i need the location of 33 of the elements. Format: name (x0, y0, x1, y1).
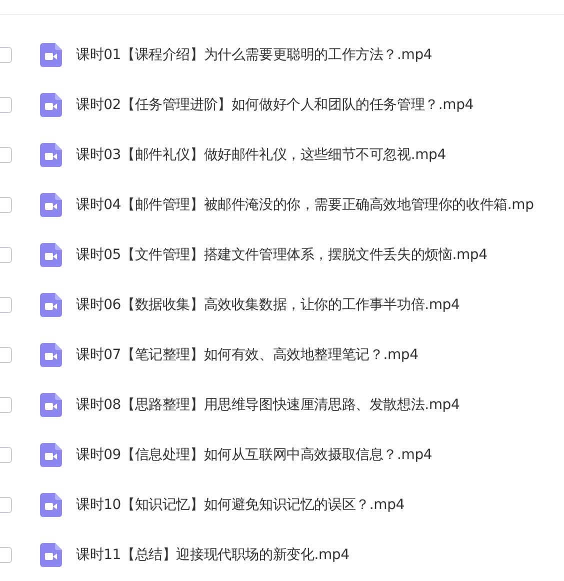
file-name[interactable]: 课时04【邮件管理】被邮件淹没的你，需要正确高效地管理你的收件箱.mp (76, 196, 534, 214)
file-name[interactable]: 课时05【文件管理】搭建文件管理体系，摆脱文件丢失的烦恼.mp4 (76, 246, 488, 264)
file-name[interactable]: 课时08【思路整理】用思维导图快速厘清思路、发散想法.mp4 (76, 396, 460, 414)
checkbox[interactable] (0, 197, 12, 213)
video-file-icon (40, 493, 62, 517)
file-name[interactable]: 课时10【知识记忆】如何避免知识记忆的误区？.mp4 (76, 496, 404, 514)
file-name[interactable]: 课时09【信息处理】如何从互联网中高效摄取信息？.mp4 (76, 446, 432, 464)
video-file-icon (40, 143, 62, 167)
file-name[interactable]: 课时06【数据收集】高效收集数据，让你的工作事半功倍.mp4 (76, 296, 460, 314)
checkbox[interactable] (0, 147, 12, 163)
video-file-icon (40, 243, 62, 267)
checkbox[interactable] (0, 397, 12, 413)
checkbox[interactable] (0, 347, 12, 363)
checkbox[interactable] (0, 297, 12, 313)
video-file-icon (40, 543, 62, 567)
checkbox[interactable] (0, 447, 12, 463)
video-file-icon (40, 443, 62, 467)
video-file-icon (40, 393, 62, 417)
video-file-icon (40, 293, 62, 317)
checkbox[interactable] (0, 497, 12, 513)
file-name[interactable]: 课时03【邮件礼仪】做好邮件礼仪，这些细节不可忽视.mp4 (76, 146, 446, 164)
checkbox[interactable] (0, 97, 12, 113)
video-file-icon (40, 343, 62, 367)
file-name[interactable]: 课时01【课程介绍】为什么需要更聪明的工作方法？.mp4 (76, 46, 432, 64)
checkbox[interactable] (0, 547, 12, 563)
video-file-icon (40, 43, 62, 67)
video-file-icon (40, 93, 62, 117)
video-file-icon (40, 193, 62, 217)
checkbox[interactable] (0, 247, 12, 263)
file-name[interactable]: 课时11【总结】迎接现代职场的新变化.mp4 (76, 546, 350, 564)
checkbox[interactable] (0, 47, 12, 63)
file-name[interactable]: 课时02【任务管理进阶】如何做好个人和团队的任务管理？.mp4 (76, 96, 474, 114)
file-name[interactable]: 课时07【笔记整理】如何有效、高效地整理笔记？.mp4 (76, 346, 418, 364)
